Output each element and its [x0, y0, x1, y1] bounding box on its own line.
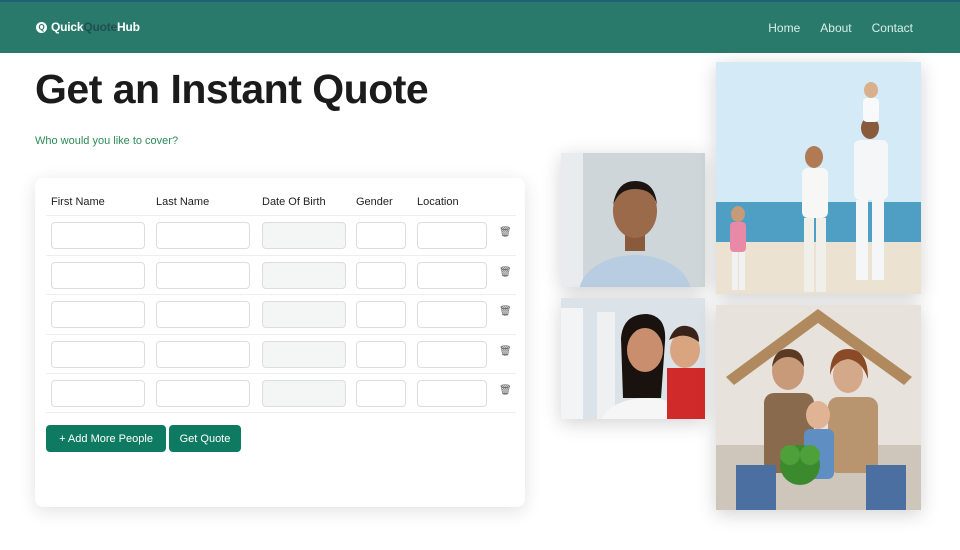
- location-input[interactable]: [417, 262, 487, 289]
- date-of-birth-input[interactable]: [262, 341, 346, 368]
- nav-contact-link[interactable]: Contact: [872, 21, 913, 35]
- header-date-of-birth: Date Of Birth: [262, 196, 326, 208]
- first-name-input[interactable]: [51, 222, 145, 249]
- get-quote-button[interactable]: Get Quote: [169, 425, 241, 452]
- last-name-input[interactable]: [156, 222, 250, 249]
- person-row: 🗑: [46, 334, 516, 373]
- man-portrait-photo: [561, 153, 705, 287]
- first-name-input[interactable]: [51, 341, 145, 368]
- location-input[interactable]: [417, 301, 487, 328]
- gender-input[interactable]: [356, 222, 406, 249]
- trash-icon[interactable]: 🗑: [499, 266, 512, 280]
- last-name-input[interactable]: [156, 380, 250, 407]
- trash-icon[interactable]: 🗑: [499, 226, 512, 240]
- date-of-birth-input[interactable]: [262, 301, 346, 328]
- trash-icon[interactable]: 🗑: [499, 384, 512, 398]
- family-under-roof-photo: [716, 305, 921, 510]
- last-name-input[interactable]: [156, 341, 250, 368]
- date-of-birth-input[interactable]: [262, 262, 346, 289]
- add-more-people-button[interactable]: + Add More People: [46, 425, 166, 452]
- page-subtitle: Who would you like to cover?: [35, 135, 179, 147]
- person-row: 🗑: [46, 215, 516, 254]
- location-input[interactable]: [417, 222, 487, 249]
- gender-input[interactable]: [356, 341, 406, 368]
- date-of-birth-input[interactable]: [262, 222, 346, 249]
- gender-input[interactable]: [356, 380, 406, 407]
- header-last-name: Last Name: [156, 196, 210, 208]
- form-header-row: First Name Last Name Date Of Birth Gende…: [35, 196, 525, 212]
- rows-divider: [46, 412, 516, 413]
- quote-form-card: First Name Last Name Date Of Birth Gende…: [35, 178, 525, 507]
- header-location: Location: [417, 196, 459, 208]
- brand-logo[interactable]: Q Quick Quote Hub: [36, 20, 140, 34]
- logo-icon: Q: [36, 21, 47, 33]
- person-row: 🗑: [46, 255, 516, 294]
- beach-family-photo: [716, 62, 921, 294]
- gender-input[interactable]: [356, 301, 406, 328]
- brand-part2: Quote: [83, 20, 118, 34]
- location-input[interactable]: [417, 341, 487, 368]
- person-row: 🗑: [46, 294, 516, 333]
- top-navbar: Q Quick Quote Hub Home About Contact: [0, 0, 960, 53]
- nav-about-link[interactable]: About: [820, 21, 851, 35]
- header-gender: Gender: [356, 196, 393, 208]
- first-name-input[interactable]: [51, 262, 145, 289]
- header-first-name: First Name: [51, 196, 105, 208]
- trash-icon[interactable]: 🗑: [499, 345, 512, 359]
- date-of-birth-input[interactable]: [262, 380, 346, 407]
- brand-part1: Quick: [51, 20, 84, 34]
- nav-links: Home About Contact: [768, 21, 913, 35]
- page-title: Get an Instant Quote: [35, 66, 429, 112]
- brand-part3: Hub: [117, 20, 140, 34]
- trash-icon[interactable]: 🗑: [499, 305, 512, 319]
- first-name-input[interactable]: [51, 380, 145, 407]
- last-name-input[interactable]: [156, 262, 250, 289]
- nav-home-link[interactable]: Home: [768, 21, 800, 35]
- person-row: 🗑: [46, 373, 516, 412]
- gender-input[interactable]: [356, 262, 406, 289]
- last-name-input[interactable]: [156, 301, 250, 328]
- location-input[interactable]: [417, 380, 487, 407]
- mother-and-son-photo: [561, 298, 705, 419]
- first-name-input[interactable]: [51, 301, 145, 328]
